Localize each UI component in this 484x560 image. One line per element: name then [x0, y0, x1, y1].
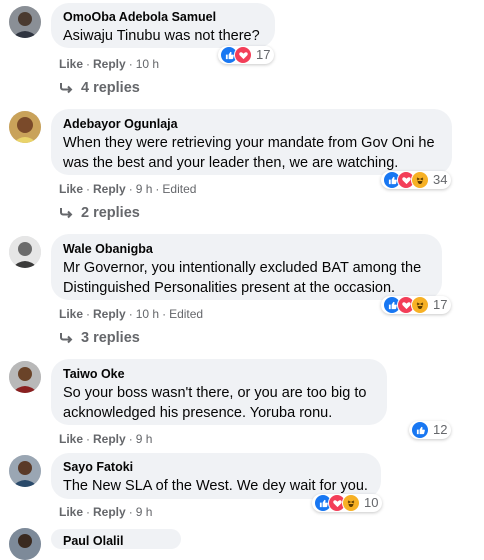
comment-text: Mr Governor, you intentionally excluded …	[63, 260, 422, 296]
comment-author[interactable]: Wale Obanigba	[63, 241, 430, 257]
comment-bubble: Sayo Fatoki The New SLA of the West. We …	[51, 453, 381, 499]
replies-count: 4 replies	[81, 80, 140, 96]
reaction-count: 34	[433, 172, 448, 187]
comment-author[interactable]: Paul Olalil	[63, 533, 169, 549]
comment-bubble: OmoOba Adebola Samuel Asiwaju Tinubu was…	[51, 3, 275, 48]
comment-text: So your boss wasn't there, or you are to…	[63, 385, 367, 421]
comment-time[interactable]: 9 h	[136, 505, 153, 519]
view-replies-button[interactable]: 2 replies	[59, 203, 140, 223]
haha-reaction-icon	[411, 296, 429, 314]
reaction-summary[interactable]: 17	[218, 46, 275, 64]
reply-arrow-icon	[60, 208, 73, 219]
reaction-summary[interactable]: 10	[312, 494, 383, 512]
comment-bubble: Wale Obanigba Mr Governor, you intention…	[51, 234, 442, 300]
edited-label[interactable]: Edited	[169, 307, 203, 321]
reply-button[interactable]: Reply	[93, 505, 126, 519]
view-replies-button[interactable]: 3 replies	[59, 328, 140, 348]
reaction-summary[interactable]: 12	[409, 421, 452, 439]
like-button[interactable]: Like	[59, 182, 83, 196]
comment-author[interactable]: OmoOba Adebola Samuel	[63, 9, 263, 25]
comment-actions: Like · Reply · 9 h · Edited	[59, 182, 197, 196]
like-button[interactable]: Like	[59, 307, 83, 321]
reaction-count: 17	[433, 297, 448, 312]
view-replies-button[interactable]: 4 replies	[59, 78, 140, 98]
comment-bubble: Paul Olalil	[51, 529, 181, 549]
comment-bubble: Adebayor Ogunlaja When they were retriev…	[51, 109, 452, 175]
comment-bubble: Taiwo Oke So your boss wasn't there, or …	[51, 359, 387, 425]
reaction-count: 12	[433, 422, 448, 437]
replies-count: 3 replies	[81, 330, 140, 346]
comment-author[interactable]: Adebayor Ogunlaja	[63, 116, 440, 132]
comment-time[interactable]: 9 h	[136, 182, 153, 196]
like-button[interactable]: Like	[59, 432, 83, 446]
comment-actions: Like · Reply · 9 h	[59, 505, 153, 519]
avatar[interactable]	[9, 111, 41, 143]
avatar[interactable]	[9, 6, 41, 38]
reply-arrow-icon	[60, 83, 73, 94]
avatar[interactable]	[9, 528, 41, 560]
reaction-summary[interactable]: 17	[381, 296, 452, 314]
like-reaction-icon	[411, 421, 429, 439]
comment-time[interactable]: 10 h	[136, 57, 159, 71]
comment-actions: Like · Reply · 10 h	[59, 57, 160, 71]
haha-reaction-icon	[342, 494, 360, 512]
reaction-count: 10	[364, 495, 379, 510]
reply-button[interactable]: Reply	[93, 432, 126, 446]
like-button[interactable]: Like	[59, 57, 83, 71]
reply-button[interactable]: Reply	[93, 307, 126, 321]
reply-arrow-icon	[60, 333, 73, 344]
comment-time[interactable]: 10 h	[136, 307, 159, 321]
comment-text: When they were retrieving your mandate f…	[63, 135, 435, 171]
edited-label[interactable]: Edited	[162, 182, 196, 196]
comment-actions: Like · Reply · 9 h	[59, 432, 153, 446]
comment-text: The New SLA of the West. We dey wait for…	[63, 478, 368, 494]
like-button[interactable]: Like	[59, 505, 83, 519]
reaction-count: 17	[256, 47, 271, 62]
avatar[interactable]	[9, 455, 41, 487]
haha-reaction-icon	[411, 171, 429, 189]
replies-count: 2 replies	[81, 205, 140, 221]
avatar[interactable]	[9, 236, 41, 268]
avatar[interactable]	[9, 361, 41, 393]
comment-author[interactable]: Sayo Fatoki	[63, 459, 369, 475]
comment-author[interactable]: Taiwo Oke	[63, 366, 375, 382]
reply-button[interactable]: Reply	[93, 182, 126, 196]
comment-actions: Like · Reply · 10 h · Edited	[59, 307, 204, 321]
comment-text: Asiwaju Tinubu was not there?	[63, 28, 260, 44]
reply-button[interactable]: Reply	[93, 57, 126, 71]
reaction-summary[interactable]: 34	[381, 171, 452, 189]
comment-time[interactable]: 9 h	[136, 432, 153, 446]
love-reaction-icon	[234, 46, 252, 64]
